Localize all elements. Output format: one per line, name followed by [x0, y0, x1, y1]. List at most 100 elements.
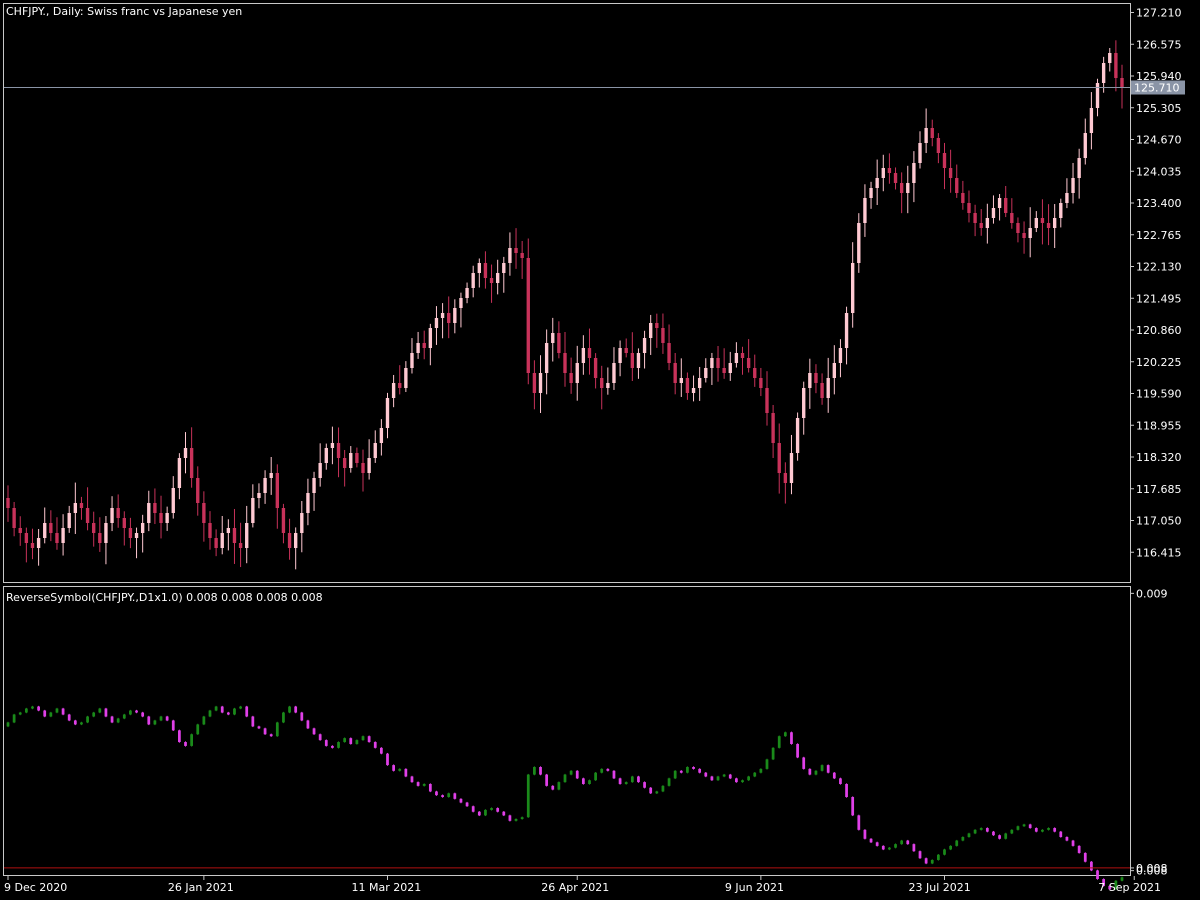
- indicator-candle-body: [86, 716, 89, 723]
- indicator-candle-body: [863, 829, 867, 839]
- price-candle-body: [477, 263, 481, 273]
- indicator-candle-body: [637, 776, 640, 783]
- indicator-candle-body: [563, 774, 567, 783]
- price-candle-body: [287, 533, 292, 548]
- main-y-tick-label: 123.400: [1136, 197, 1182, 210]
- indicator-candle-body: [361, 736, 365, 741]
- price-candle-body: [1108, 53, 1112, 63]
- price-candle-body: [526, 258, 530, 373]
- price-candle-body: [110, 508, 114, 523]
- indicator-candle-body: [1034, 828, 1038, 832]
- indicator-candle-body: [802, 757, 806, 769]
- price-candle-body: [930, 128, 934, 138]
- indicator-candle-body: [153, 720, 157, 725]
- price-candle-body: [293, 533, 298, 548]
- price-candle-body: [324, 448, 328, 463]
- indicator-candle-body: [949, 845, 952, 850]
- price-candle-body: [349, 453, 353, 468]
- indicator-candle-body: [178, 730, 181, 743]
- indicator-candle-body: [630, 776, 634, 783]
- indicator-candle-body: [857, 815, 861, 830]
- price-candle-body: [869, 188, 873, 198]
- price-candle-body: [336, 443, 341, 458]
- price-candle-body: [899, 183, 904, 193]
- price-candle-body: [116, 508, 120, 518]
- indicator-candle-body: [967, 833, 971, 838]
- price-candle-body: [802, 388, 806, 418]
- price-candle-body: [771, 413, 775, 443]
- price-candle-body: [1089, 108, 1094, 133]
- indicator-candle-body: [6, 722, 10, 727]
- price-candle-body: [795, 418, 800, 453]
- current-price-label: 125.710: [1134, 82, 1180, 95]
- indicator-candle-body: [496, 808, 500, 812]
- price-candle-body: [342, 458, 347, 468]
- price-candle-body: [1040, 218, 1045, 223]
- price-candle-body: [18, 528, 22, 533]
- indicator-candle-body: [955, 840, 959, 846]
- indicator-candle-body: [1028, 824, 1032, 829]
- main-y-tick-label: 116.415: [1136, 546, 1182, 559]
- indicator-candle-body: [1083, 852, 1087, 862]
- indicator-candle-body: [673, 770, 677, 779]
- indicator-candle-body: [422, 783, 426, 786]
- indicator-candle-body: [661, 785, 665, 792]
- indicator-candle-body: [900, 840, 904, 845]
- price-candle-body: [128, 528, 133, 538]
- main-y-tick-label: 127.210: [1136, 7, 1182, 20]
- indicator-candle-body: [73, 720, 77, 725]
- indicator-candle-body: [477, 811, 481, 816]
- indicator-candle-body: [398, 768, 402, 771]
- price-candle-body: [906, 183, 910, 193]
- price-candle-body: [257, 493, 261, 498]
- indicator-candle-body: [349, 738, 353, 744]
- indicator-candle-body: [171, 720, 175, 731]
- indicator-candle-body: [490, 808, 493, 810]
- price-candle-body: [465, 288, 469, 298]
- price-candle-body: [850, 263, 855, 313]
- indicator-candle-body: [569, 770, 573, 775]
- indicator-candle-body: [43, 710, 47, 717]
- price-candle-body: [281, 508, 286, 533]
- price-candle-body: [514, 248, 518, 253]
- price-candle-body: [924, 128, 928, 143]
- indicator-candle-body: [202, 716, 206, 725]
- indicator-candle-body: [80, 722, 83, 725]
- indicator-candle-body: [147, 716, 151, 725]
- price-candle-body: [783, 473, 788, 483]
- indicator-candle-body: [61, 708, 65, 715]
- price-candle-body: [104, 523, 108, 543]
- indicator-candle-body: [998, 835, 1001, 839]
- price-candle-body: [667, 343, 671, 363]
- indicator-candle-body: [410, 776, 414, 783]
- price-candle-body: [379, 428, 384, 443]
- price-candle-body: [759, 378, 763, 388]
- price-candle-body: [740, 353, 745, 358]
- price-candle-body: [1004, 198, 1008, 213]
- indicator-candle-body: [1016, 826, 1020, 830]
- price-candle-body: [269, 473, 273, 478]
- main-y-tick-label: 122.130: [1136, 261, 1182, 274]
- indicator-candle-body: [465, 802, 469, 807]
- indicator-candle-body: [551, 785, 555, 790]
- price-candle-body: [624, 348, 628, 353]
- indicator-candle-body: [1053, 828, 1057, 832]
- indicator-candle-body: [208, 710, 212, 717]
- indicator-candle-body: [1022, 824, 1026, 827]
- price-candle-body: [453, 308, 457, 323]
- indicator-candle-body: [288, 706, 291, 713]
- price-candle-body: [159, 513, 163, 523]
- indicator-candle-body: [1059, 831, 1063, 838]
- main-y-tick-label: 122.765: [1136, 229, 1182, 242]
- indicator-candle-body: [514, 819, 518, 821]
- chart-canvas[interactable]: CHFJPY., Daily: Swiss franc vs Japanese …: [0, 0, 1200, 900]
- indicator-candle-body: [282, 712, 285, 723]
- indicator-candle-body: [416, 782, 420, 786]
- price-candle-body: [704, 368, 708, 378]
- indicator-candle-body: [1065, 837, 1069, 841]
- price-candle-body: [1065, 193, 1069, 203]
- indicator-candle-body: [869, 838, 873, 843]
- price-candle-body: [593, 358, 598, 378]
- price-candle-body: [373, 443, 377, 458]
- price-candle-body: [98, 533, 102, 543]
